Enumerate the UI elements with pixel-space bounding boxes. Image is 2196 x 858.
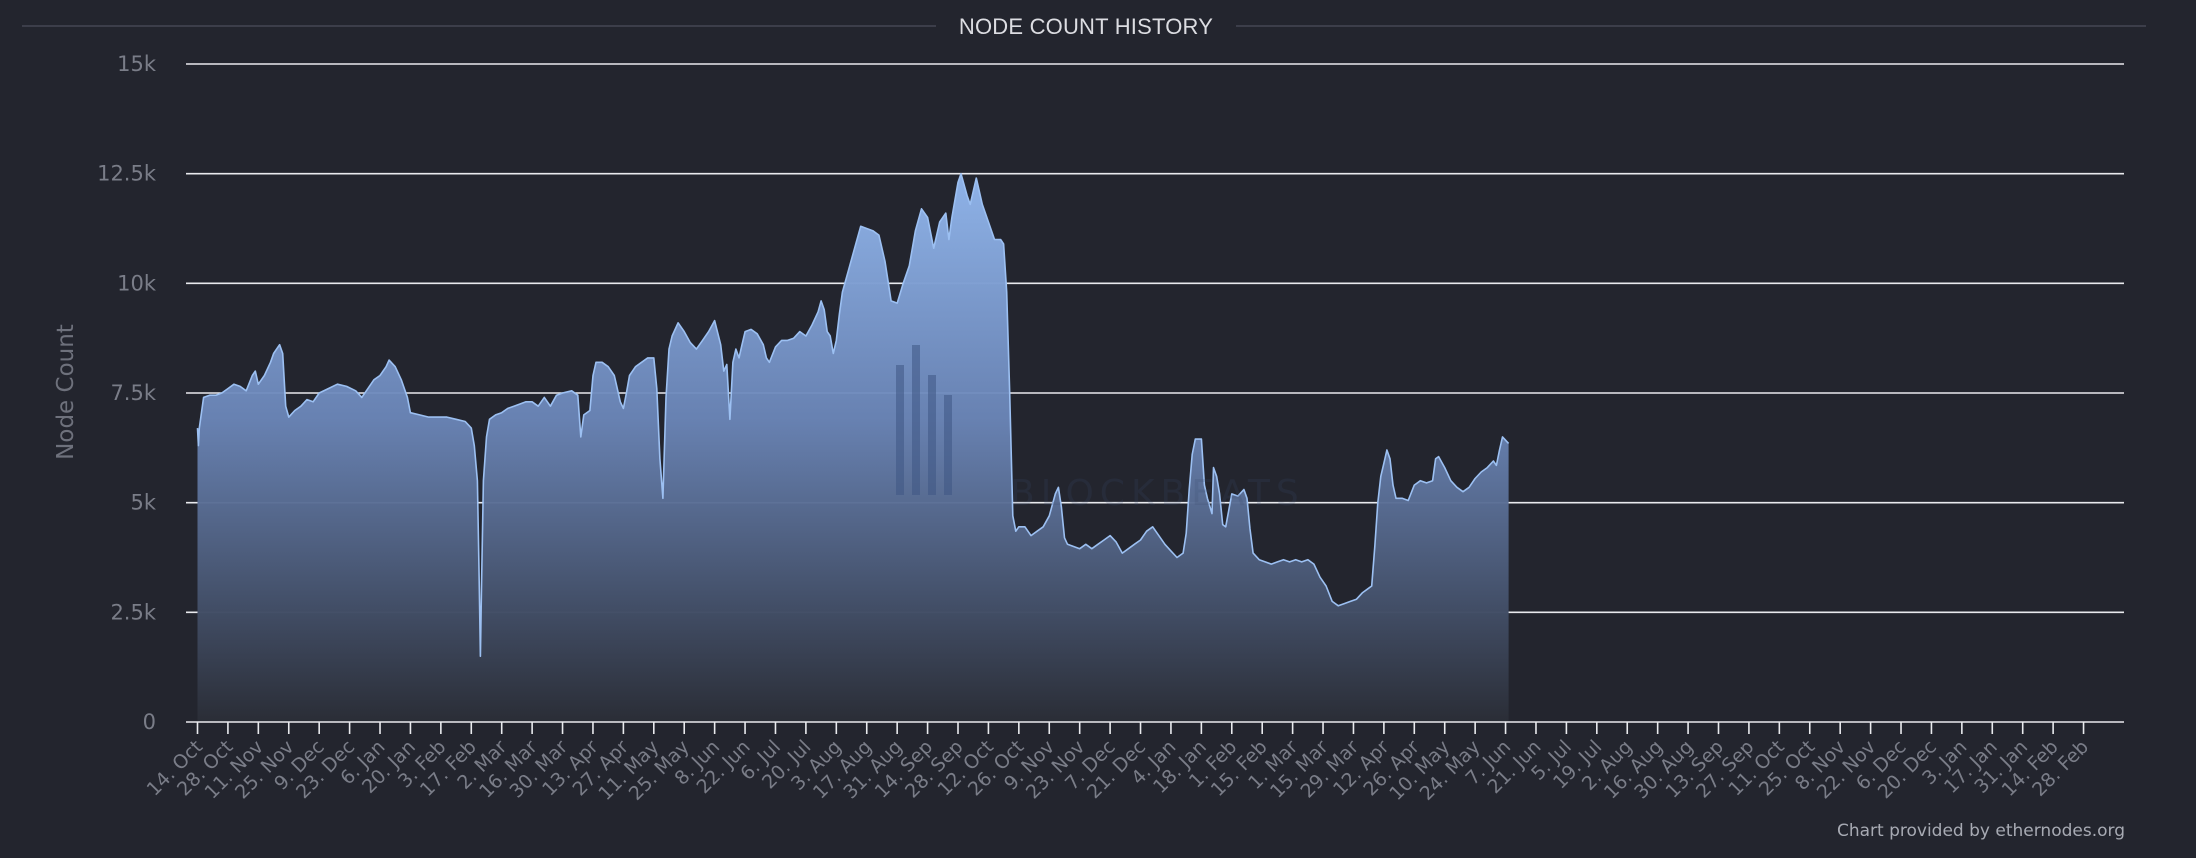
- node-count-chart: NODE COUNT HISTORY Node Count 0 2.5k 5k 7.5…: [0, 0, 2196, 858]
- chart-svg: NODE COUNT HISTORY Node Count 0 2.5k 5k 7.5…: [22, 14, 2146, 841]
- chart-title: NODE COUNT HISTORY: [959, 14, 1213, 39]
- y-tick-label: 15k: [117, 52, 157, 76]
- x-axis: [186, 721, 2124, 734]
- watermark-text: BLOCKBEATS: [1010, 473, 1305, 514]
- series-area-layer: [196, 172, 1510, 722]
- y-tick-label: 12.5k: [97, 162, 157, 186]
- y-tick-labels: 0 2.5k 5k 7.5k 10k 12.5k 15k: [97, 52, 157, 734]
- y-tick-label: 7.5k: [110, 381, 156, 405]
- y-tick-label: 10k: [117, 271, 157, 295]
- y-tick-label: 5k: [130, 491, 156, 515]
- y-tick-label: 2.5k: [110, 600, 156, 624]
- chart-credits[interactable]: Chart provided by ethernodes.org: [1837, 821, 2125, 841]
- x-tick-labels: 14. Oct28. Oct11. Nov25. Nov9. Dec23. De…: [143, 736, 2093, 805]
- y-tick-label: 0: [143, 710, 156, 734]
- y-axis-title: Node Count: [53, 324, 79, 460]
